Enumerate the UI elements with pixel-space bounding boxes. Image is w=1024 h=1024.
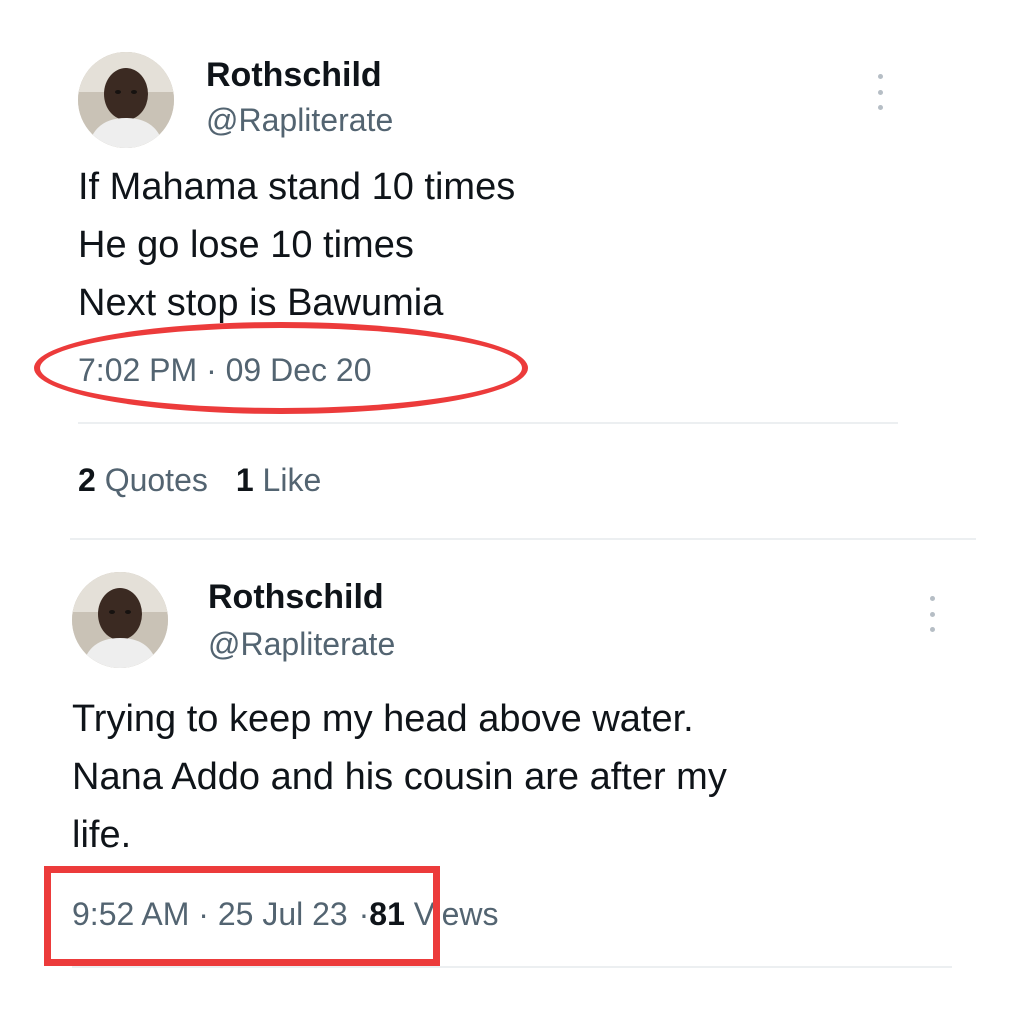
likes-label: Like — [262, 462, 322, 498]
author-name[interactable]: Rothschild — [206, 55, 382, 95]
highlight-rectangle — [44, 866, 440, 966]
highlight-ellipse — [34, 322, 528, 414]
likes-stat[interactable]: 1 Like — [236, 462, 321, 498]
quotes-count: 2 — [78, 462, 96, 498]
tweet-text: Trying to keep my head above water. Nana… — [72, 690, 727, 864]
tweet-1[interactable]: Rothschild @Rapliterate If Mahama stand … — [0, 0, 1024, 540]
likes-count: 1 — [235, 462, 254, 498]
more-vertical-icon[interactable] — [926, 596, 938, 632]
tweet-text-line: Trying to keep my head above water. — [72, 698, 694, 740]
author-avatar[interactable] — [72, 572, 168, 668]
author-handle[interactable]: @Rapliterate — [206, 100, 393, 140]
avatar-image — [72, 572, 168, 668]
quotes-stat[interactable]: 2 Quotes — [78, 462, 208, 498]
author-avatar[interactable] — [78, 52, 174, 148]
tweet-text-line: He go lose 10 times — [78, 224, 414, 266]
tweet-stats: 2 Quotes 1 Like — [78, 460, 321, 500]
divider — [78, 422, 898, 424]
tweet-text-line: If Mahama stand 10 times — [78, 166, 516, 208]
divider — [72, 966, 952, 968]
author-name[interactable]: Rothschild — [208, 577, 384, 617]
author-handle[interactable]: @Rapliterate — [208, 624, 395, 664]
more-vertical-icon[interactable] — [874, 74, 886, 110]
quotes-label: Quotes — [104, 462, 208, 498]
tweet-text: If Mahama stand 10 times He go lose 10 t… — [78, 158, 515, 332]
tweet-text-line: Nana Addo and his cousin are after my — [72, 756, 727, 798]
avatar-image — [78, 52, 174, 148]
tweet-text-line: life. — [72, 814, 132, 856]
